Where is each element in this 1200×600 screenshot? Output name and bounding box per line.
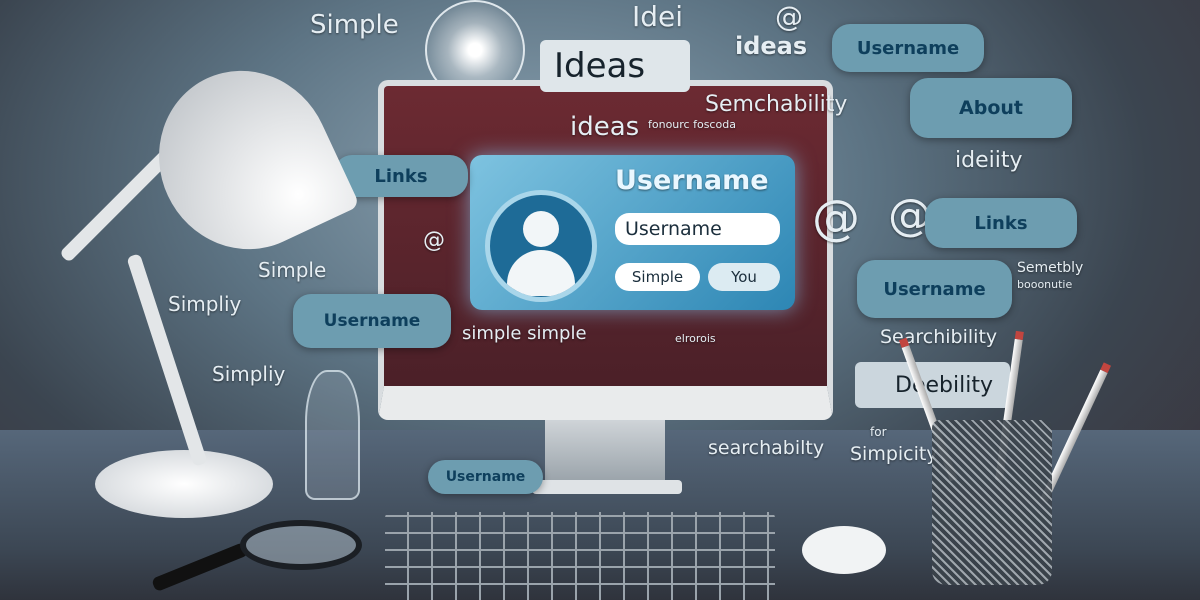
floating-text: ideas [570, 112, 640, 142]
tag-simple[interactable]: Simple [615, 263, 700, 291]
floating-text: Simpicity [850, 443, 938, 465]
at-icon: @ [775, 0, 803, 33]
floating-text: elrorois [675, 332, 716, 345]
ideas-window: Ideas [540, 40, 690, 92]
floating-text: searchabilty [708, 437, 825, 459]
username-pill[interactable]: Username [293, 294, 451, 348]
floating-text: Idei [632, 0, 684, 33]
username-input-value: Username [625, 218, 722, 240]
about-pill[interactable]: About [910, 78, 1072, 138]
ideas-window-label: Ideas [554, 46, 646, 86]
lamp-shade [129, 42, 361, 278]
at-icon: @ [812, 190, 860, 246]
glass-jar [305, 370, 360, 500]
user-avatar-icon [485, 190, 597, 302]
floating-text: Simpliy [168, 292, 242, 316]
links-pill[interactable]: Links [925, 198, 1077, 248]
mouse [802, 526, 886, 574]
username-input[interactable]: Username [615, 213, 780, 245]
username-pill[interactable]: Username [857, 260, 1012, 318]
lamp-arm [59, 147, 175, 263]
monitor-base [532, 480, 682, 494]
floating-text: Simple [258, 258, 327, 282]
floating-text: ideiity [955, 148, 1023, 173]
profile-title: Username [615, 165, 769, 196]
monitor-stand [545, 420, 665, 482]
links-pill[interactable]: Links [334, 155, 468, 197]
floating-text: ideas [735, 32, 808, 60]
username-pill[interactable]: Username [428, 460, 543, 494]
floating-text: Searchibility [880, 326, 998, 348]
keyboard [385, 512, 775, 600]
tag-you[interactable]: You [708, 263, 780, 291]
at-icon: @ [423, 228, 445, 253]
deebility-window: Deebility [855, 362, 1010, 408]
floating-text: Simple [310, 10, 399, 40]
floating-text: for [870, 425, 887, 439]
floating-text: booonutie [1017, 278, 1073, 291]
username-pill[interactable]: Username [832, 24, 984, 72]
pencil-cup [932, 420, 1052, 585]
floating-text: Semetbly [1017, 260, 1084, 276]
magnifying-glass-icon [240, 520, 362, 570]
floating-text: Semchability [705, 92, 848, 117]
deebility-window-label: Deebility [895, 372, 993, 398]
floating-text: fonourc foscoda [648, 118, 736, 131]
desk-lamp [95, 450, 273, 518]
floating-text: Simpliy [212, 362, 286, 386]
floating-text: simple simple [462, 323, 587, 344]
